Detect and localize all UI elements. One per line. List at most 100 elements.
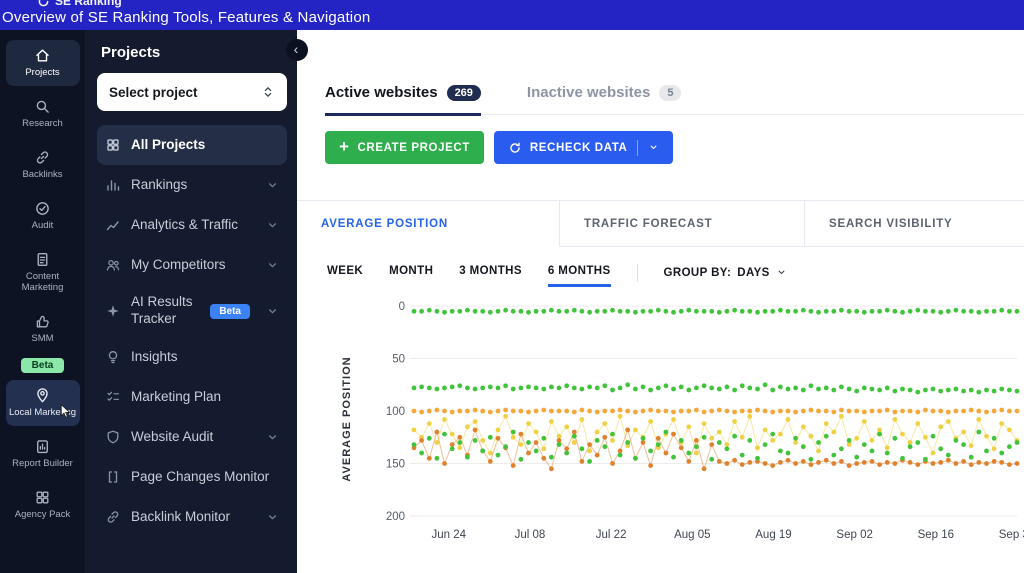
banner-title: Overview of SE Ranking Tools, Features &… [2,9,371,26]
main-content: Active websites 269 Inactive websites 5 … [297,30,1024,573]
menu-item-my-competitors[interactable]: My Competitors [97,245,287,285]
menu-item-label: Backlink Monitor [131,508,231,524]
chevron-down-icon [266,305,279,318]
collapse-chevron-icon: ‹ [293,41,299,57]
sidebar-item-label: Content Marketing [21,270,64,293]
recheck-data-label: RECHECK DATA [529,141,628,154]
panel-menu: All Projects Rankings Analytics & Traffi… [97,125,287,537]
menu-item-analytics-traffic[interactable]: Analytics & Traffic [97,205,287,245]
svg-text:150: 150 [386,459,405,471]
primary-sidebar: Projects Research Backlinks Audit Conten… [0,30,85,573]
group-by-value: DAYS [737,266,770,279]
group-by-label: GROUP BY: [663,266,732,279]
sidebar-item-smm[interactable]: SMM [6,306,80,352]
recheck-data-button[interactable]: RECHECK DATA [493,131,674,164]
chevron-down-icon [266,431,279,444]
panel-title: Projects [101,44,161,61]
menu-item-label: Analytics & Traffic [131,216,239,232]
project-select-value: Select project [109,84,198,100]
tab-traffic-forecast[interactable]: TRAFFIC FORECAST [560,201,805,247]
sidebar-item-research[interactable]: Research [6,91,80,137]
menu-item-label: Marketing Plan [131,388,222,404]
project-select[interactable]: Select project [97,73,287,111]
menu-item-page-changes-monitor[interactable]: Page Changes Monitor [97,457,287,497]
inactive-count-badge: 5 [659,84,682,101]
check-circle-icon [34,200,51,217]
svg-text:50: 50 [392,354,405,366]
chevron-down-icon [266,179,279,192]
selector-icon [261,85,275,99]
button-divider [637,139,639,156]
create-project-button[interactable]: + CREATE PROJECT [325,131,484,164]
svg-text:Sep 30: Sep 30 [999,529,1024,541]
active-count-badge: 269 [446,84,481,101]
ai-beta-badge: Beta [210,303,250,319]
menu-item-backlink-monitor[interactable]: Backlink Monitor [97,497,287,537]
menu-item-ai-results-tracker[interactable]: AI Results Tracker Beta [97,285,287,337]
smm-beta-badge: Beta [20,358,65,374]
menu-item-label: Insights [131,348,178,364]
menu-item-all-projects[interactable]: All Projects [97,125,287,165]
sidebar-item-audit[interactable]: Audit [6,193,80,239]
bar-chart-icon [105,177,121,193]
report-icon [34,438,51,455]
range-row: WEEK MONTH 3 MONTHS 6 MONTHS GROUP BY: D… [327,264,1024,288]
sidebar-item-backlinks[interactable]: Backlinks [6,142,80,188]
users-icon [105,257,121,273]
svg-text:Jul 08: Jul 08 [515,529,546,541]
sidebar-item-report-builder[interactable]: Report Builder [6,431,80,477]
menu-item-marketing-plan[interactable]: Marketing Plan [97,377,287,417]
sidebar-item-label: SMM [31,332,54,344]
collapse-panel-button[interactable]: ‹ [286,39,308,61]
range-3-months[interactable]: 3 MONTHS [459,265,522,287]
chevron-down-icon [266,259,279,272]
svg-text:0: 0 [399,301,405,313]
range-month[interactable]: MONTH [389,265,433,287]
menu-item-insights[interactable]: Insights [97,337,287,377]
sidebar-item-local-marketing[interactable]: Local Marketing [5,380,80,427]
checklist-icon [105,389,121,405]
tab-label: Inactive websites [526,84,651,101]
svg-text:Jun 24: Jun 24 [432,529,467,541]
range-6-months[interactable]: 6 MONTHS [547,265,611,287]
sidebar-item-label: Report Builder [12,458,73,470]
sidebar-item-agency-pack[interactable]: Agency Pack [6,482,80,528]
chevron-down-icon [266,219,279,232]
svg-text:Aug 19: Aug 19 [755,529,791,541]
sidebar-item-projects[interactable]: Projects [5,40,80,86]
sidebar-item-label: Agency Pack [14,509,71,521]
sidebar-item-label: Backlinks [22,168,63,180]
tab-label: Active websites [325,84,438,101]
range-divider [636,264,638,282]
page-brackets-icon [105,469,121,485]
menu-item-label: My Competitors [131,256,226,272]
link-icon [34,149,51,166]
metric-tabs: AVERAGE POSITION TRAFFIC FORECAST SEARCH… [297,200,1024,247]
svg-text:100: 100 [386,406,405,418]
tab-search-visibility[interactable]: SEARCH VISIBILITY [805,201,1024,247]
menu-item-website-audit[interactable]: Website Audit [97,417,287,457]
range-week[interactable]: WEEK [327,265,363,287]
document-icon [34,251,51,268]
tab-inactive-websites[interactable]: Inactive websites 5 [527,84,682,114]
svg-text:Sep 16: Sep 16 [918,529,954,541]
brand-swirl-icon [38,0,49,6]
group-by-dropdown[interactable]: GROUP BY: DAYS [664,267,787,286]
brand-logo: SE Ranking [38,0,122,8]
sidebar-item-label: Projects [25,67,60,78]
link-icon [105,509,121,525]
menu-item-label: All Projects [131,136,206,152]
menu-item-label: AI Results Tracker [131,294,193,326]
chevron-down-icon [648,142,659,153]
average-position-chart[interactable]: AVERAGE POSITION 0 50 100 150 200 Jun 24 Jul 0… [297,292,1024,548]
menu-item-rankings[interactable]: Rankings [97,165,287,205]
svg-text:Jul 22: Jul 22 [596,529,627,541]
home-icon [34,47,51,64]
tab-average-position[interactable]: AVERAGE POSITION [297,201,560,247]
sidebar-item-content-marketing[interactable]: Content Marketing [6,244,80,301]
projects-panel: ‹ Projects Select project All Projects R… [85,30,308,573]
tab-active-websites[interactable]: Active websites 269 [325,84,481,116]
sparkle-icon [105,303,121,319]
sidebar-item-label: Research [22,117,63,129]
shield-icon [105,429,121,445]
